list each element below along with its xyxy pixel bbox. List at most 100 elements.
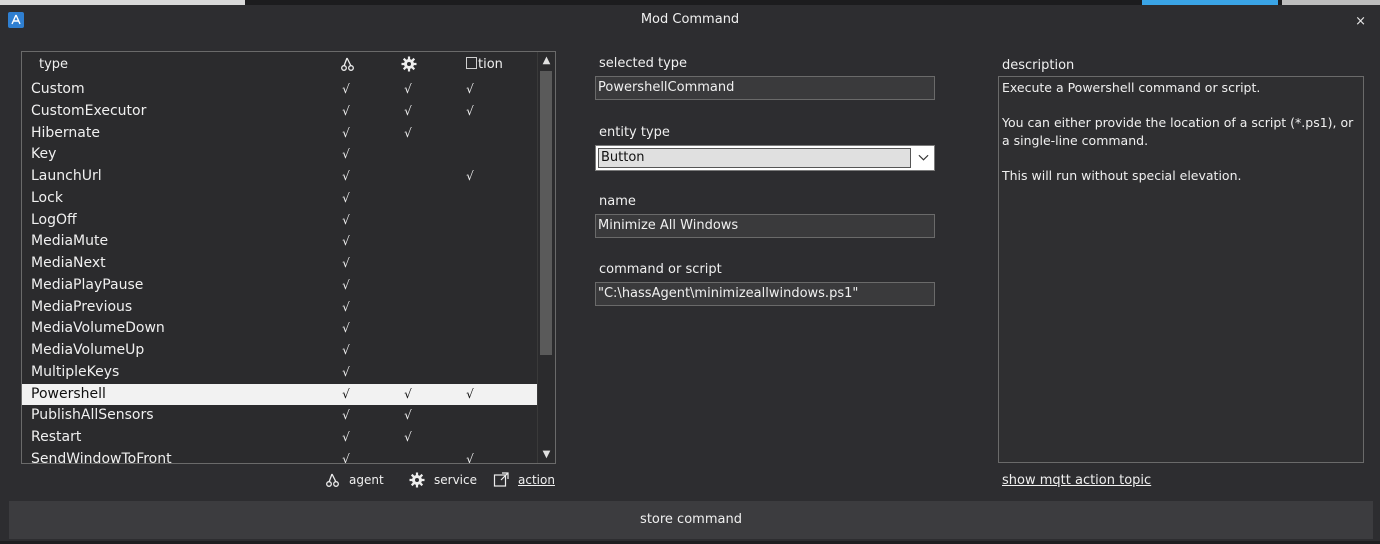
list-item-name: Key <box>31 146 57 163</box>
list-item[interactable]: PublishAllSensors √ √ <box>22 405 537 427</box>
name-label: name <box>599 194 636 209</box>
action-icon <box>466 57 477 69</box>
scroll-up-arrow-icon[interactable]: ▲ <box>538 52 555 69</box>
column-header-action-label: tion <box>478 57 503 72</box>
list-item-agent-check: √ <box>342 125 350 140</box>
description-label: description <box>1002 58 1075 73</box>
store-command-button[interactable]: store command <box>9 501 1373 539</box>
list-item-service-check: √ <box>404 82 412 96</box>
list-item-name: LaunchUrl <box>31 168 102 184</box>
list-item-name: MediaNext <box>31 255 106 271</box>
list-item-name: PublishAllSensors <box>31 407 154 424</box>
list-item-agent-check: √ <box>342 299 350 314</box>
legend-agent: agent <box>324 470 384 490</box>
list-item-name: MediaVolumeUp <box>31 342 145 358</box>
list-item[interactable]: MediaVolumeUp √ <box>22 340 537 362</box>
list-item-service-check: √ <box>404 103 412 118</box>
list-item-agent-check: √ <box>342 169 350 183</box>
list-item-agent-check: √ <box>342 82 350 96</box>
list-item[interactable]: Powershell √ √ √ <box>22 383 537 406</box>
list-item-agent-check: √ <box>342 212 350 227</box>
column-header-action: tion <box>466 57 503 72</box>
list-item-name: SendWindowToFront <box>31 450 172 464</box>
list-item-action-check: √ <box>466 451 474 464</box>
show-mqtt-action-topic-link[interactable]: show mqtt action topic <box>1002 473 1151 488</box>
list-item-agent-check: √ <box>342 451 350 464</box>
list-item-name: MultipleKeys <box>31 363 120 380</box>
list-scrollbar[interactable]: ▲ ▼ <box>537 52 555 463</box>
close-button[interactable]: × <box>1355 14 1366 29</box>
list-item[interactable]: MediaNext √ <box>22 253 537 275</box>
list-rows: Custom √ √ √ CustomExecutor √ √ √ Hibernate √ √ Key… <box>22 79 537 464</box>
list-item-name: Hibernate <box>31 124 100 141</box>
scrollbar-thumb[interactable] <box>540 71 552 355</box>
list-item-agent-check: √ <box>342 103 350 118</box>
list-item-agent-check: √ <box>342 321 350 336</box>
action-icon <box>493 472 509 487</box>
list-item[interactable]: SendWindowToFront √ √ <box>22 449 537 464</box>
legend-action[interactable]: action <box>493 470 555 490</box>
selected-type-field: PowershellCommand <box>595 76 935 100</box>
list-item[interactable]: CustomExecutor √ √ √ <box>22 101 537 123</box>
list-item[interactable]: Custom √ √ √ <box>22 79 537 101</box>
list-item-agent-check: √ <box>342 234 350 249</box>
list-item-name: MediaPrevious <box>31 298 133 315</box>
column-header-type: type <box>39 57 69 72</box>
chevron-down-icon[interactable] <box>915 148 932 168</box>
list-item-name: Custom <box>31 81 85 97</box>
list-item-service-check: √ <box>404 386 412 401</box>
list-item-name: Restart <box>31 429 82 445</box>
list-item-agent-check: √ <box>342 277 350 292</box>
list-item-name: MediaVolumeDown <box>31 320 165 337</box>
list-item-name: CustomExecutor <box>31 102 147 119</box>
entity-type-label: entity type <box>599 125 670 140</box>
hass-agent-icon <box>326 473 339 487</box>
window-title: Mod Command <box>640 12 740 27</box>
legend-action-label[interactable]: action <box>518 473 555 487</box>
list-item-agent-check: √ <box>342 147 350 162</box>
list-item[interactable]: Restart √ √ <box>22 427 537 449</box>
gear-icon <box>401 56 419 74</box>
list-item-agent-check: √ <box>342 256 350 270</box>
list-item-name: MediaPlayPause <box>31 276 144 293</box>
list-item-agent-check: √ <box>342 364 350 379</box>
description-text: Execute a Powershell command or script. … <box>998 76 1364 463</box>
list-item-agent-check: √ <box>342 386 350 401</box>
legend-agent-label: agent <box>349 473 384 487</box>
list-item[interactable]: MediaPlayPause √ <box>22 275 537 297</box>
command-label: command or script <box>599 262 722 277</box>
command-input[interactable]: "C:\hassAgent\minimizeallwindows.ps1" <box>595 282 935 306</box>
name-input[interactable]: Minimize All Windows <box>595 214 935 238</box>
legend-service: service <box>409 470 477 490</box>
list-item[interactable]: MediaVolumeDown √ <box>22 318 537 340</box>
list-item[interactable]: MediaPrevious √ <box>22 297 537 319</box>
list-item[interactable]: MultipleKeys √ <box>22 362 537 384</box>
list-item-action-check: √ <box>466 103 474 118</box>
gear-icon <box>409 472 425 488</box>
list-item[interactable]: Hibernate √ √ <box>22 123 537 145</box>
list-item-action-check: √ <box>466 386 474 401</box>
list-item-service-check: √ <box>404 408 412 423</box>
list-item[interactable]: MediaMute √ <box>22 231 537 253</box>
hass-agent-icon <box>339 56 357 74</box>
list-item-agent-check: √ <box>342 430 350 444</box>
list-item-agent-check: √ <box>342 408 350 423</box>
list-item-action-check: √ <box>466 82 474 96</box>
list-item[interactable]: LaunchUrl √ √ <box>22 166 537 188</box>
scroll-down-arrow-icon[interactable]: ▼ <box>538 446 555 463</box>
list-item-service-check: √ <box>404 125 412 140</box>
list-header: type tion <box>22 52 537 78</box>
list-item-agent-check: √ <box>342 343 350 357</box>
list-item-name: LogOff <box>31 211 77 228</box>
list-item-action-check: √ <box>466 169 474 183</box>
entity-type-select[interactable]: Button <box>595 145 935 171</box>
title-bar: Mod Command × <box>0 5 1380 36</box>
entity-type-value: Button <box>598 148 911 168</box>
list-item-service-check: √ <box>404 430 412 444</box>
command-type-list[interactable]: type tion Custom √ √ √ CustomExecutor √ √ √ Hibe… <box>21 51 556 464</box>
list-item[interactable]: Key √ <box>22 144 537 166</box>
list-item-name: MediaMute <box>31 233 109 250</box>
list-item-agent-check: √ <box>342 190 350 205</box>
list-item[interactable]: LogOff √ <box>22 210 537 232</box>
list-item[interactable]: Lock √ <box>22 188 537 210</box>
